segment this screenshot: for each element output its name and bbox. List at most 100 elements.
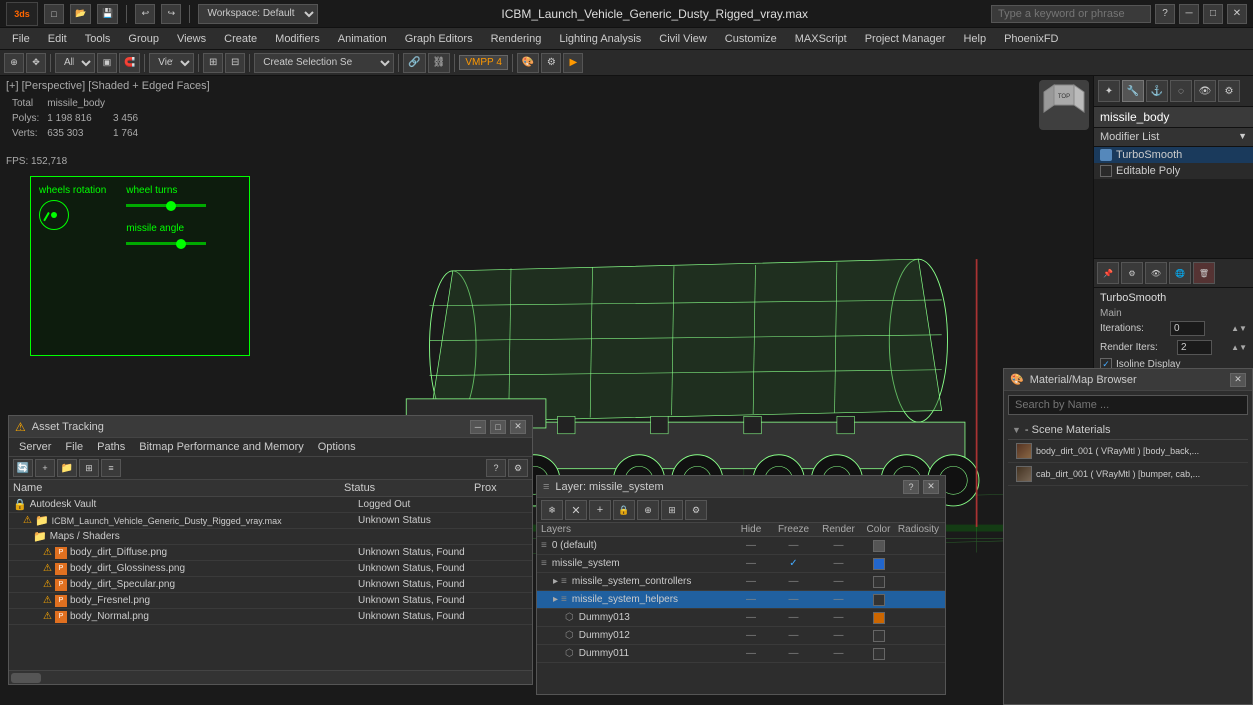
menu-rendering[interactable]: Rendering xyxy=(483,31,550,47)
maximize-btn[interactable]: □ xyxy=(1203,4,1223,24)
undo-btn[interactable]: ↩ xyxy=(135,4,155,24)
lr-color-dummy013[interactable] xyxy=(861,612,896,624)
motion-icon[interactable]: ◌ xyxy=(1170,80,1192,102)
table-row[interactable]: ⚠ 📁 ICBM_Launch_Vehicle_Generic_Dusty_Ri… xyxy=(9,513,532,529)
layer-help-btn[interactable]: ? xyxy=(903,480,919,494)
layer-row[interactable]: ⬡ Dummy011 — — — xyxy=(537,645,945,663)
render-btn[interactable]: ▶ xyxy=(563,53,583,73)
lr-color-controllers[interactable] xyxy=(861,576,896,588)
at-menu-paths[interactable]: Paths xyxy=(91,440,131,454)
at-help-btn[interactable]: ? xyxy=(486,459,506,477)
mb-material-item-1[interactable]: body_dirt_001 ( VRayMtl ) [body_back,... xyxy=(1008,440,1248,463)
layer-close-btn[interactable]: ✕ xyxy=(923,480,939,494)
at-menu-options[interactable]: Options xyxy=(312,440,362,454)
at-refresh-btn[interactable]: 🔄 xyxy=(13,459,33,477)
at-add-btn[interactable]: + xyxy=(35,459,55,477)
lr-render-dummy012[interactable]: — xyxy=(816,630,861,641)
lr-render-dummy011[interactable]: — xyxy=(816,648,861,659)
mod-show-icon[interactable]: 👁 xyxy=(1145,262,1167,284)
view-dropdown[interactable]: View xyxy=(149,53,194,73)
lr-render-helpers[interactable]: — xyxy=(816,594,861,605)
select-btn[interactable]: ⊕ xyxy=(4,53,24,73)
menu-civil-view[interactable]: Civil View xyxy=(651,31,714,47)
at-folder-btn[interactable]: 📁 xyxy=(57,459,77,477)
modifier-turbosmooth[interactable]: TurboSmooth xyxy=(1094,147,1253,163)
lr-hide-missile-system[interactable]: — xyxy=(731,558,771,569)
menu-tools[interactable]: Tools xyxy=(77,31,119,47)
lr-freeze-missile-system[interactable]: ✓ xyxy=(771,558,816,569)
viewport-controls[interactable]: TOP xyxy=(1039,80,1089,130)
ts-up-icon[interactable]: ▲▼ xyxy=(1231,324,1247,333)
link-btn[interactable]: 🔗 xyxy=(403,53,425,73)
layer-row[interactable]: ≡ 0 (default) — — — xyxy=(537,537,945,555)
layer-close2-btn[interactable]: ✕ xyxy=(565,500,587,520)
lr-color-dummy011[interactable] xyxy=(861,648,896,660)
menu-maxscript[interactable]: MAXScript xyxy=(787,31,855,47)
save-btn[interactable]: 💾 xyxy=(97,4,118,24)
nav-cube[interactable]: TOP xyxy=(1039,80,1089,130)
move-btn[interactable]: ✥ xyxy=(26,53,46,73)
wheel-turns-slider[interactable] xyxy=(126,204,206,207)
workspace-dropdown[interactable]: Workspace: Default xyxy=(198,4,318,24)
lr-color-missile-system[interactable] xyxy=(861,558,896,570)
help-btn[interactable]: ? xyxy=(1155,4,1175,24)
menu-lighting[interactable]: Lighting Analysis xyxy=(551,31,649,47)
layer-row[interactable]: ≡ missile_system — ✓ — xyxy=(537,555,945,573)
ts-render-up-icon[interactable]: ▲▼ xyxy=(1231,343,1247,352)
table-row[interactable]: ⚠ P body_dirt_Glossiness.png Unknown Sta… xyxy=(9,561,532,577)
lr-freeze-dummy013[interactable]: — xyxy=(771,612,816,623)
snap-btn[interactable]: 🧲 xyxy=(119,53,140,73)
menu-help[interactable]: Help xyxy=(955,31,994,47)
table-row[interactable]: ⚠ P body_Normal.png Unknown Status, Foun… xyxy=(9,609,532,625)
layer-copy-btn[interactable]: ⊕ xyxy=(637,500,659,520)
layer-row[interactable]: ⬡ Dummy012 — — — xyxy=(537,627,945,645)
new-btn[interactable]: □ xyxy=(44,4,64,24)
menu-modifiers[interactable]: Modifiers xyxy=(267,31,328,47)
lr-hide-dummy013[interactable]: — xyxy=(731,612,771,623)
wheels-rotation-circle[interactable] xyxy=(39,200,69,230)
table-row[interactable]: ⚠ P body_dirt_Diffuse.png Unknown Status… xyxy=(9,545,532,561)
mb-scene-materials-section[interactable]: ▼ - Scene Materials xyxy=(1008,421,1248,440)
material-btn[interactable]: 🎨 xyxy=(517,53,539,73)
layer-row[interactable]: ▸ ≡ missile_system_controllers — — — xyxy=(537,573,945,591)
ts-iterations-input[interactable] xyxy=(1170,321,1205,336)
lr-hide-dummy012[interactable]: — xyxy=(731,630,771,641)
redo-btn[interactable]: ↪ xyxy=(161,4,181,24)
utilities-icon[interactable]: ⚙ xyxy=(1218,80,1240,102)
menu-views[interactable]: Views xyxy=(169,31,214,47)
lr-freeze-controllers[interactable]: — xyxy=(771,576,816,587)
layer-add-btn[interactable]: + xyxy=(589,500,611,520)
table-row[interactable]: 🔒 Autodesk Vault Logged Out xyxy=(9,497,532,513)
lr-freeze-helpers[interactable]: — xyxy=(771,594,816,605)
hierarchy-icon[interactable]: ⚓ xyxy=(1146,80,1168,102)
menu-customize[interactable]: Customize xyxy=(717,31,785,47)
at-scrollbar-thumb[interactable] xyxy=(11,673,41,683)
modifier-list-label[interactable]: Modifier List ▼ xyxy=(1094,128,1253,147)
at-horizontal-scrollbar[interactable] xyxy=(9,670,532,684)
lr-render-default[interactable]: — xyxy=(816,540,861,551)
mod-delete-icon[interactable]: 🗑 xyxy=(1193,262,1215,284)
at-close-btn[interactable]: ✕ xyxy=(510,420,526,434)
filter-dropdown[interactable]: All xyxy=(55,53,95,73)
close-btn[interactable]: ✕ xyxy=(1227,4,1247,24)
lr-freeze-dummy011[interactable]: — xyxy=(771,648,816,659)
selection-dropdown[interactable]: Create Selection Se xyxy=(254,53,394,73)
at-minimize-btn[interactable]: ─ xyxy=(470,420,486,434)
lr-hide-dummy011[interactable]: — xyxy=(731,648,771,659)
modify-icon[interactable]: 🔧 xyxy=(1122,80,1144,102)
pin-icon[interactable]: 📌 xyxy=(1097,262,1119,284)
at-maximize-btn[interactable]: □ xyxy=(490,420,506,434)
at-list-btn[interactable]: ≡ xyxy=(101,459,121,477)
missile-angle-slider[interactable] xyxy=(126,242,206,245)
menu-file[interactable]: File xyxy=(4,31,38,47)
ts-render-iters-input[interactable] xyxy=(1177,340,1212,355)
table-row[interactable]: 📁 Maps / Shaders xyxy=(9,529,532,545)
layer-row[interactable]: ⬡ Dummy013 — — — xyxy=(537,609,945,627)
mb-material-item-2[interactable]: cab_dirt_001 ( VRayMtl ) [bumper, cab,..… xyxy=(1008,463,1248,486)
menu-project-manager[interactable]: Project Manager xyxy=(857,31,954,47)
lr-color-dummy012[interactable] xyxy=(861,630,896,642)
menu-graph-editors[interactable]: Graph Editors xyxy=(397,31,481,47)
layer-freeze-btn[interactable]: ❄ xyxy=(541,500,563,520)
lr-render-dummy013[interactable]: — xyxy=(816,612,861,623)
create-icon[interactable]: ✦ xyxy=(1098,80,1120,102)
